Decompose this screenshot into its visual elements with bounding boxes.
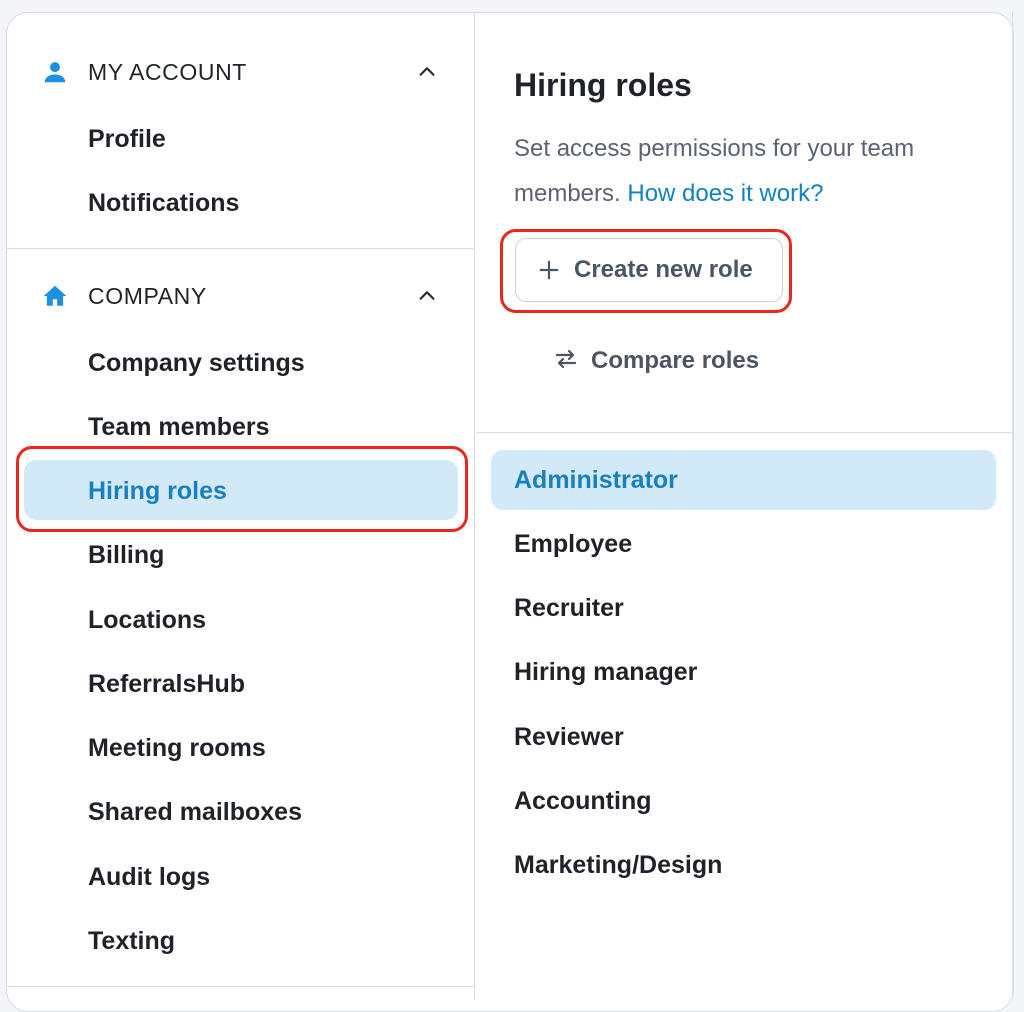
role-item-accounting[interactable]: Accounting xyxy=(514,786,652,816)
sidebar-item-hiring-roles[interactable]: Hiring roles xyxy=(88,476,227,506)
sidebar-item-audit-logs[interactable]: Audit logs xyxy=(88,862,210,892)
sidebar-divider xyxy=(6,248,475,249)
section-company[interactable]: COMPANY xyxy=(6,276,475,316)
home-icon xyxy=(42,283,68,309)
how-it-works-link[interactable]: How does it work? xyxy=(627,180,823,207)
compare-roles-button[interactable]: Compare roles xyxy=(553,343,759,379)
section-title-my-account: MY ACCOUNT xyxy=(88,58,247,85)
sidebar-item-shared-mailboxes[interactable]: Shared mailboxes xyxy=(88,797,302,827)
page-title: Hiring roles xyxy=(514,67,692,103)
sidebar-item-notifications[interactable]: Notifications xyxy=(88,188,239,218)
role-item-hiring-manager[interactable]: Hiring manager xyxy=(514,657,697,687)
role-item-reviewer[interactable]: Reviewer xyxy=(514,722,624,752)
sidebar-item-company-settings[interactable]: Company settings xyxy=(88,348,305,378)
sidebar-item-texting[interactable]: Texting xyxy=(88,926,175,956)
create-new-role-button[interactable]: Create new role xyxy=(515,238,783,302)
role-item-marketing-design[interactable]: Marketing/Design xyxy=(514,850,722,880)
sidebar-item-profile[interactable]: Profile xyxy=(88,124,166,154)
chevron-up-icon[interactable] xyxy=(414,59,440,85)
section-my-account[interactable]: MY ACCOUNT xyxy=(6,52,475,92)
sidebar-item-referralshub[interactable]: ReferralsHub xyxy=(88,669,245,699)
plus-icon xyxy=(538,259,560,281)
person-icon xyxy=(42,59,68,85)
panel-divider xyxy=(476,432,1012,433)
create-new-role-label: Create new role xyxy=(574,256,753,283)
sidebar-item-meeting-rooms[interactable]: Meeting rooms xyxy=(88,733,266,763)
settings-sidebar: MY ACCOUNT Profile Notifications COMPANY… xyxy=(6,12,475,999)
section-title-company: COMPANY xyxy=(88,282,207,309)
sidebar-item-locations[interactable]: Locations xyxy=(88,605,206,635)
sidebar-bottom-divider xyxy=(6,986,475,987)
swap-arrows-icon xyxy=(553,347,579,376)
page-description: Set access permissions for your team mem… xyxy=(514,126,984,216)
sidebar-item-team-members[interactable]: Team members xyxy=(88,412,270,442)
compare-roles-label: Compare roles xyxy=(591,347,760,374)
role-item-administrator[interactable]: Administrator xyxy=(514,465,678,495)
role-item-recruiter[interactable]: Recruiter xyxy=(514,593,624,623)
role-item-employee[interactable]: Employee xyxy=(514,529,632,559)
sidebar-item-billing[interactable]: Billing xyxy=(88,540,164,570)
right-border xyxy=(1012,12,1013,999)
chevron-up-icon[interactable] xyxy=(414,283,440,309)
